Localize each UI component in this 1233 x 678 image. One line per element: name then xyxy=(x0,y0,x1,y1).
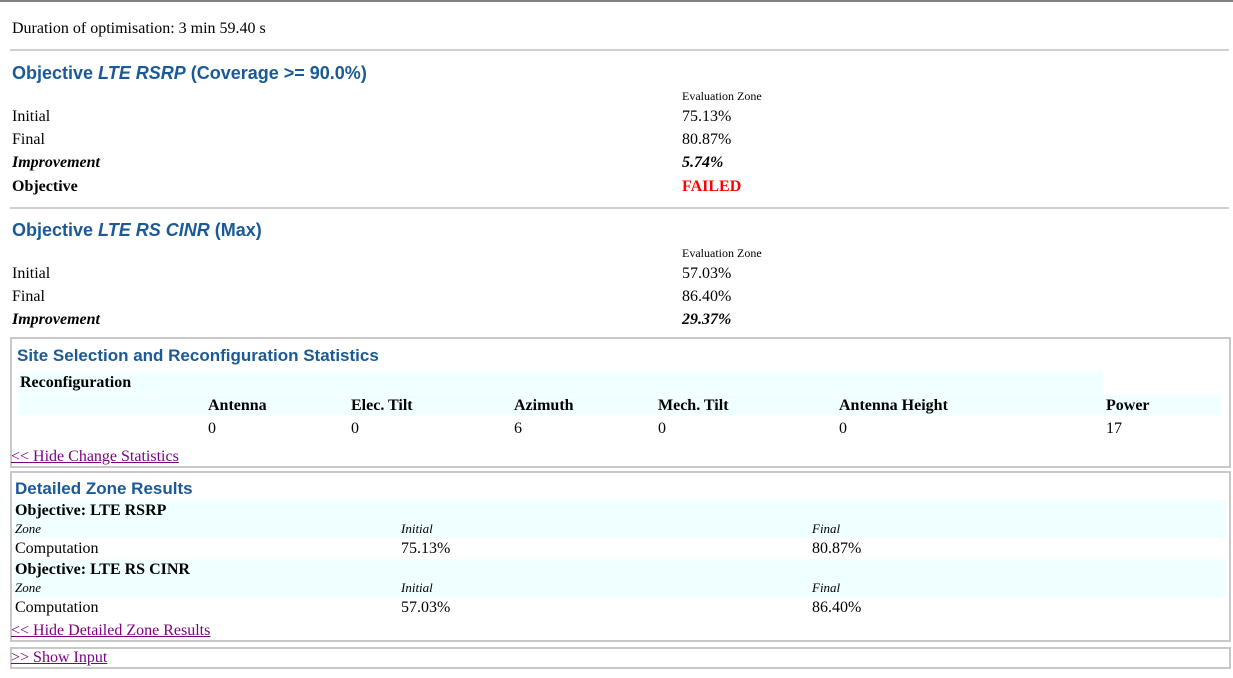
final-col-label: Final xyxy=(812,580,841,595)
divider xyxy=(10,49,1229,51)
col-elec-tilt: Elec. Tilt xyxy=(351,397,413,414)
objective-band-2 xyxy=(14,559,1226,597)
hide-change-statistics-link[interactable]: << Hide Change Statistics xyxy=(11,448,179,466)
objective-2-prefix: Objective xyxy=(12,220,99,240)
row-label-initial: Initial xyxy=(12,265,51,282)
objective-1-suffix: (Coverage >= 90.0%) xyxy=(185,63,367,83)
row-label-objective: Objective xyxy=(12,178,78,195)
col-azimuth: Azimuth xyxy=(514,397,574,414)
evaluation-zone-header: Evaluation Zone xyxy=(682,246,762,260)
row-value-final: 80.87% xyxy=(682,131,732,148)
zone-results-title: Detailed Zone Results xyxy=(15,479,193,498)
val-power: 17 xyxy=(1106,420,1122,437)
zone-objective-cinr: Objective: LTE RS CINR xyxy=(15,561,190,578)
row-value-final: 86.40% xyxy=(682,288,732,305)
hide-detailed-zone-results-link[interactable]: << Hide Detailed Zone Results xyxy=(11,622,210,640)
row-label-final: Final xyxy=(12,131,45,148)
objective-2-suffix: (Max) xyxy=(209,220,262,240)
divider xyxy=(10,207,1229,209)
columns-band xyxy=(18,395,1221,415)
row-value-initial: 75.13% xyxy=(682,108,732,125)
val-antenna-height: 0 xyxy=(839,420,847,437)
zone-col-label: Zone xyxy=(15,580,41,595)
final-col-label: Final xyxy=(812,521,841,536)
row-label-final: Final xyxy=(12,288,45,305)
reconfig-subtitle: Reconfiguration xyxy=(20,374,132,391)
show-input-panel xyxy=(10,647,1231,669)
reconfig-band xyxy=(18,372,1103,394)
objective-band-1 xyxy=(14,500,1226,538)
val-mech-tilt: 0 xyxy=(658,420,666,437)
col-power: Power xyxy=(1106,397,1150,414)
row-value-initial: 57.03% xyxy=(682,265,732,282)
objective-2-name: LTE RS CINR xyxy=(98,220,210,240)
objective-2-title: Objective LTE RS CINR (Max) xyxy=(12,220,262,241)
row-label-initial: Initial xyxy=(12,108,51,125)
initial-col-label: Initial xyxy=(401,580,433,595)
initial-col-label: Initial xyxy=(401,521,433,536)
evaluation-zone-header: Evaluation Zone xyxy=(682,89,762,103)
objective-1-name: LTE RSRP xyxy=(98,63,186,83)
zone-final-value: 80.87% xyxy=(812,540,862,557)
zone-results-panel xyxy=(10,471,1231,642)
zone-objective-rsrp: Objective: LTE RSRP xyxy=(15,502,167,519)
zone-name: Computation xyxy=(15,599,99,616)
site-stats-title: Site Selection and Reconfiguration Stati… xyxy=(17,346,379,365)
col-antenna-height: Antenna Height xyxy=(839,397,948,414)
zone-final-value: 86.40% xyxy=(812,599,862,616)
show-input-link[interactable]: >> Show Input xyxy=(11,649,107,667)
top-border xyxy=(0,0,1233,2)
val-elec-tilt: 0 xyxy=(351,420,359,437)
objective-1-title: Objective LTE RSRP (Coverage >= 90.0%) xyxy=(12,63,367,84)
objective-1-prefix: Objective xyxy=(12,63,99,83)
val-azimuth: 6 xyxy=(514,420,522,437)
zone-initial-value: 57.03% xyxy=(401,599,451,616)
col-antenna: Antenna xyxy=(208,397,267,414)
row-value-improvement: 29.37% xyxy=(682,311,732,328)
row-value-improvement: 5.74% xyxy=(682,154,724,171)
zone-col-label: Zone xyxy=(15,521,41,536)
objective-status-failed: FAILED xyxy=(682,178,742,195)
row-label-improvement: Improvement xyxy=(12,311,100,328)
col-mech-tilt: Mech. Tilt xyxy=(658,397,729,414)
val-antenna: 0 xyxy=(208,420,216,437)
zone-name: Computation xyxy=(15,540,99,557)
zone-initial-value: 75.13% xyxy=(401,540,451,557)
duration-text: Duration of optimisation: 3 min 59.40 s xyxy=(12,20,266,37)
row-label-improvement: Improvement xyxy=(12,154,100,171)
